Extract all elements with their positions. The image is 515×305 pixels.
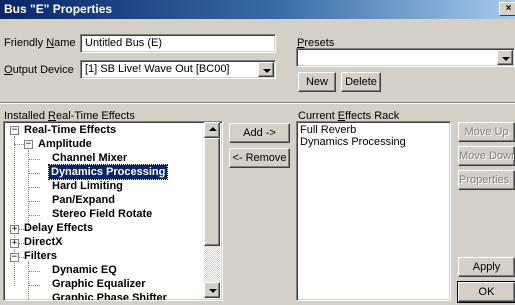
- presets-dropdown-button[interactable]: [497, 50, 513, 65]
- current-effects-rack-list[interactable]: Full Reverb Dynamics Processing: [296, 121, 451, 301]
- tree-connector: [28, 285, 40, 286]
- window-title: Bus "E" Properties: [4, 2, 113, 16]
- scrollbar-thumb[interactable]: [204, 138, 220, 246]
- tree-item-filters[interactable]: Filters: [22, 249, 59, 263]
- tree-item-channel-mixer[interactable]: Channel Mixer: [50, 151, 129, 165]
- scroll-down-button[interactable]: [204, 282, 220, 298]
- apply-button[interactable]: Apply: [458, 257, 515, 277]
- tree-connector: [28, 173, 40, 174]
- chevron-down-icon: [209, 289, 217, 293]
- friendly-name-label: Friendly Name: [4, 37, 76, 49]
- collapse-icon[interactable]: −: [24, 140, 33, 149]
- collapse-icon[interactable]: −: [10, 126, 19, 135]
- friendly-name-input[interactable]: Untitled Bus (E): [80, 34, 276, 53]
- tree-connector: [28, 150, 29, 230]
- output-device-label: Output Device: [4, 64, 74, 76]
- tree-item-graphic-phase-shifter[interactable]: Graphic Phase Shifter: [50, 291, 169, 300]
- tree-item-amplitude[interactable]: Amplitude: [36, 137, 94, 151]
- chevron-down-icon: [263, 69, 271, 73]
- chevron-up-icon: [209, 127, 217, 131]
- move-up-button[interactable]: Move Up: [458, 122, 515, 142]
- collapse-icon[interactable]: −: [10, 253, 19, 262]
- output-device-dropdown-button[interactable]: [258, 62, 274, 77]
- tree-connector: [28, 159, 40, 160]
- tree-item-dynamics-processing[interactable]: Dynamics Processing: [47, 164, 169, 180]
- ok-button[interactable]: OK: [457, 281, 515, 303]
- tree-connector: [28, 262, 29, 300]
- tree-item-stereo-field-rotate[interactable]: Stereo Field Rotate: [50, 207, 154, 221]
- properties-button[interactable]: Properties...: [458, 170, 515, 190]
- title-bar[interactable]: Bus "E" Properties: [0, 0, 515, 19]
- divider: [0, 102, 515, 104]
- installed-effects-tree[interactable]: − − + + − Real-Time Effects Amplitude Ch…: [3, 121, 223, 301]
- output-device-select[interactable]: [1] SB Live! Wave Out [BC00]: [80, 60, 276, 79]
- close-icon: ×: [505, 3, 512, 14]
- tree-item-hard-limiting[interactable]: Hard Limiting: [50, 179, 125, 193]
- tree-connector: [28, 187, 40, 188]
- delete-preset-button[interactable]: Delete: [341, 72, 381, 92]
- close-button[interactable]: ×: [499, 2, 515, 16]
- presets-select[interactable]: [296, 48, 515, 67]
- tree-item-graphic-equalizer[interactable]: Graphic Equalizer: [50, 277, 148, 291]
- tree-item-directx[interactable]: DirectX: [22, 235, 65, 249]
- rack-item-full-reverb[interactable]: Full Reverb: [300, 124, 356, 136]
- chevron-down-icon: [502, 57, 510, 61]
- remove-effect-button[interactable]: <- Remove: [229, 148, 290, 168]
- tree-item-pan-expand[interactable]: Pan/Expand: [50, 193, 117, 207]
- new-preset-button[interactable]: New: [298, 72, 336, 92]
- rack-item-dynamics-processing[interactable]: Dynamics Processing: [300, 136, 406, 148]
- expand-icon[interactable]: +: [10, 225, 19, 234]
- move-down-button[interactable]: Move Down: [458, 146, 515, 166]
- tree-connector: [28, 215, 40, 216]
- expand-icon[interactable]: +: [10, 239, 19, 248]
- tree-connector: [28, 201, 40, 202]
- tree-item-delay-effects[interactable]: Delay Effects: [22, 221, 95, 235]
- tree-item-real-time-effects[interactable]: Real-Time Effects: [22, 123, 118, 137]
- scroll-up-button[interactable]: [204, 122, 220, 138]
- add-effect-button[interactable]: Add ->: [229, 123, 290, 143]
- tree-connector: [28, 271, 40, 272]
- tree-connector: [14, 136, 15, 286]
- tree-item-dynamic-eq[interactable]: Dynamic EQ: [50, 263, 119, 277]
